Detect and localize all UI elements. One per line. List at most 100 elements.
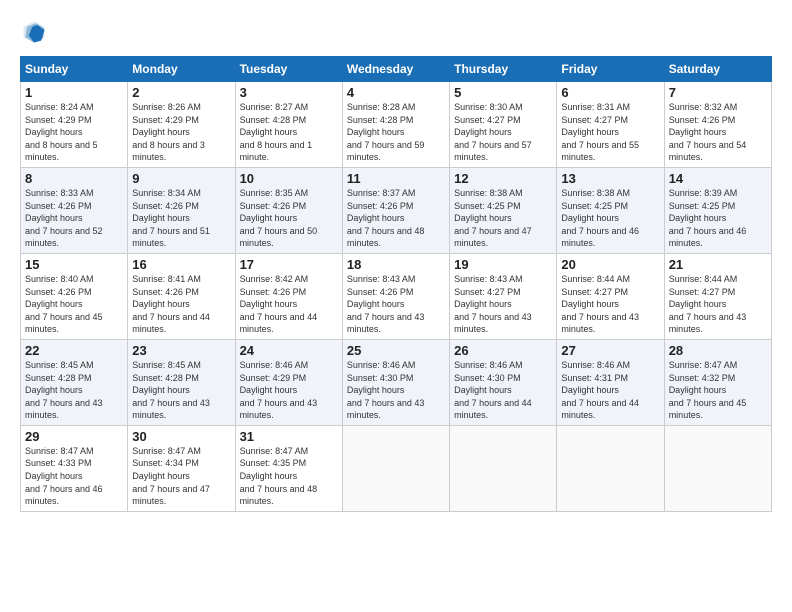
logo <box>20 18 52 46</box>
logo-icon <box>20 18 48 46</box>
day-number: 4 <box>347 85 445 100</box>
calendar-cell: 16 Sunrise: 8:41 AM Sunset: 4:26 PM Dayl… <box>128 253 235 339</box>
cell-content: Sunrise: 8:46 AM Sunset: 4:31 PM Dayligh… <box>561 359 659 422</box>
calendar-cell: 2 Sunrise: 8:26 AM Sunset: 4:29 PM Dayli… <box>128 82 235 168</box>
cell-content: Sunrise: 8:44 AM Sunset: 4:27 PM Dayligh… <box>561 273 659 336</box>
cell-content: Sunrise: 8:33 AM Sunset: 4:26 PM Dayligh… <box>25 187 123 250</box>
cell-content: Sunrise: 8:47 AM Sunset: 4:35 PM Dayligh… <box>240 445 338 508</box>
cell-content: Sunrise: 8:47 AM Sunset: 4:32 PM Dayligh… <box>669 359 767 422</box>
day-number: 6 <box>561 85 659 100</box>
calendar-cell: 25 Sunrise: 8:46 AM Sunset: 4:30 PM Dayl… <box>342 339 449 425</box>
calendar-week-row: 22 Sunrise: 8:45 AM Sunset: 4:28 PM Dayl… <box>21 339 772 425</box>
col-header-thursday: Thursday <box>450 57 557 82</box>
day-number: 10 <box>240 171 338 186</box>
col-header-friday: Friday <box>557 57 664 82</box>
calendar-cell: 30 Sunrise: 8:47 AM Sunset: 4:34 PM Dayl… <box>128 425 235 511</box>
cell-content: Sunrise: 8:27 AM Sunset: 4:28 PM Dayligh… <box>240 101 338 164</box>
calendar-cell: 3 Sunrise: 8:27 AM Sunset: 4:28 PM Dayli… <box>235 82 342 168</box>
cell-content: Sunrise: 8:43 AM Sunset: 4:26 PM Dayligh… <box>347 273 445 336</box>
cell-content: Sunrise: 8:37 AM Sunset: 4:26 PM Dayligh… <box>347 187 445 250</box>
calendar-cell: 31 Sunrise: 8:47 AM Sunset: 4:35 PM Dayl… <box>235 425 342 511</box>
calendar-cell: 13 Sunrise: 8:38 AM Sunset: 4:25 PM Dayl… <box>557 167 664 253</box>
calendar-cell: 19 Sunrise: 8:43 AM Sunset: 4:27 PM Dayl… <box>450 253 557 339</box>
calendar-cell: 4 Sunrise: 8:28 AM Sunset: 4:28 PM Dayli… <box>342 82 449 168</box>
cell-content: Sunrise: 8:41 AM Sunset: 4:26 PM Dayligh… <box>132 273 230 336</box>
day-number: 26 <box>454 343 552 358</box>
calendar-cell: 11 Sunrise: 8:37 AM Sunset: 4:26 PM Dayl… <box>342 167 449 253</box>
calendar-cell: 15 Sunrise: 8:40 AM Sunset: 4:26 PM Dayl… <box>21 253 128 339</box>
cell-content: Sunrise: 8:43 AM Sunset: 4:27 PM Dayligh… <box>454 273 552 336</box>
cell-content: Sunrise: 8:46 AM Sunset: 4:30 PM Dayligh… <box>347 359 445 422</box>
day-number: 11 <box>347 171 445 186</box>
calendar-cell: 17 Sunrise: 8:42 AM Sunset: 4:26 PM Dayl… <box>235 253 342 339</box>
header <box>20 18 772 46</box>
cell-content: Sunrise: 8:42 AM Sunset: 4:26 PM Dayligh… <box>240 273 338 336</box>
calendar-cell <box>450 425 557 511</box>
day-number: 15 <box>25 257 123 272</box>
calendar-cell: 8 Sunrise: 8:33 AM Sunset: 4:26 PM Dayli… <box>21 167 128 253</box>
cell-content: Sunrise: 8:30 AM Sunset: 4:27 PM Dayligh… <box>454 101 552 164</box>
day-number: 13 <box>561 171 659 186</box>
day-number: 5 <box>454 85 552 100</box>
day-number: 2 <box>132 85 230 100</box>
calendar-cell <box>664 425 771 511</box>
day-number: 16 <box>132 257 230 272</box>
calendar-cell: 7 Sunrise: 8:32 AM Sunset: 4:26 PM Dayli… <box>664 82 771 168</box>
calendar-cell: 28 Sunrise: 8:47 AM Sunset: 4:32 PM Dayl… <box>664 339 771 425</box>
col-header-monday: Monday <box>128 57 235 82</box>
cell-content: Sunrise: 8:47 AM Sunset: 4:34 PM Dayligh… <box>132 445 230 508</box>
calendar-cell: 10 Sunrise: 8:35 AM Sunset: 4:26 PM Dayl… <box>235 167 342 253</box>
cell-content: Sunrise: 8:28 AM Sunset: 4:28 PM Dayligh… <box>347 101 445 164</box>
cell-content: Sunrise: 8:35 AM Sunset: 4:26 PM Dayligh… <box>240 187 338 250</box>
calendar-cell: 20 Sunrise: 8:44 AM Sunset: 4:27 PM Dayl… <box>557 253 664 339</box>
calendar-cell <box>557 425 664 511</box>
col-header-tuesday: Tuesday <box>235 57 342 82</box>
cell-content: Sunrise: 8:26 AM Sunset: 4:29 PM Dayligh… <box>132 101 230 164</box>
day-number: 20 <box>561 257 659 272</box>
day-number: 30 <box>132 429 230 444</box>
calendar-week-row: 1 Sunrise: 8:24 AM Sunset: 4:29 PM Dayli… <box>21 82 772 168</box>
day-number: 19 <box>454 257 552 272</box>
day-number: 8 <box>25 171 123 186</box>
day-number: 21 <box>669 257 767 272</box>
day-number: 24 <box>240 343 338 358</box>
col-header-saturday: Saturday <box>664 57 771 82</box>
day-number: 1 <box>25 85 123 100</box>
day-number: 22 <box>25 343 123 358</box>
calendar-week-row: 15 Sunrise: 8:40 AM Sunset: 4:26 PM Dayl… <box>21 253 772 339</box>
calendar-cell: 22 Sunrise: 8:45 AM Sunset: 4:28 PM Dayl… <box>21 339 128 425</box>
day-number: 17 <box>240 257 338 272</box>
calendar-cell: 23 Sunrise: 8:45 AM Sunset: 4:28 PM Dayl… <box>128 339 235 425</box>
calendar-header-row: SundayMondayTuesdayWednesdayThursdayFrid… <box>21 57 772 82</box>
cell-content: Sunrise: 8:34 AM Sunset: 4:26 PM Dayligh… <box>132 187 230 250</box>
day-number: 9 <box>132 171 230 186</box>
day-number: 29 <box>25 429 123 444</box>
calendar-cell: 1 Sunrise: 8:24 AM Sunset: 4:29 PM Dayli… <box>21 82 128 168</box>
cell-content: Sunrise: 8:24 AM Sunset: 4:29 PM Dayligh… <box>25 101 123 164</box>
calendar-cell: 21 Sunrise: 8:44 AM Sunset: 4:27 PM Dayl… <box>664 253 771 339</box>
calendar-cell <box>342 425 449 511</box>
cell-content: Sunrise: 8:44 AM Sunset: 4:27 PM Dayligh… <box>669 273 767 336</box>
cell-content: Sunrise: 8:40 AM Sunset: 4:26 PM Dayligh… <box>25 273 123 336</box>
calendar-cell: 6 Sunrise: 8:31 AM Sunset: 4:27 PM Dayli… <box>557 82 664 168</box>
day-number: 7 <box>669 85 767 100</box>
calendar-cell: 26 Sunrise: 8:46 AM Sunset: 4:30 PM Dayl… <box>450 339 557 425</box>
cell-content: Sunrise: 8:46 AM Sunset: 4:30 PM Dayligh… <box>454 359 552 422</box>
cell-content: Sunrise: 8:45 AM Sunset: 4:28 PM Dayligh… <box>132 359 230 422</box>
cell-content: Sunrise: 8:39 AM Sunset: 4:25 PM Dayligh… <box>669 187 767 250</box>
cell-content: Sunrise: 8:46 AM Sunset: 4:29 PM Dayligh… <box>240 359 338 422</box>
calendar-cell: 24 Sunrise: 8:46 AM Sunset: 4:29 PM Dayl… <box>235 339 342 425</box>
day-number: 23 <box>132 343 230 358</box>
calendar-cell: 18 Sunrise: 8:43 AM Sunset: 4:26 PM Dayl… <box>342 253 449 339</box>
col-header-wednesday: Wednesday <box>342 57 449 82</box>
cell-content: Sunrise: 8:38 AM Sunset: 4:25 PM Dayligh… <box>454 187 552 250</box>
cell-content: Sunrise: 8:47 AM Sunset: 4:33 PM Dayligh… <box>25 445 123 508</box>
day-number: 12 <box>454 171 552 186</box>
calendar-week-row: 8 Sunrise: 8:33 AM Sunset: 4:26 PM Dayli… <box>21 167 772 253</box>
cell-content: Sunrise: 8:45 AM Sunset: 4:28 PM Dayligh… <box>25 359 123 422</box>
calendar-cell: 5 Sunrise: 8:30 AM Sunset: 4:27 PM Dayli… <box>450 82 557 168</box>
page: SundayMondayTuesdayWednesdayThursdayFrid… <box>0 0 792 612</box>
cell-content: Sunrise: 8:32 AM Sunset: 4:26 PM Dayligh… <box>669 101 767 164</box>
calendar-cell: 9 Sunrise: 8:34 AM Sunset: 4:26 PM Dayli… <box>128 167 235 253</box>
col-header-sunday: Sunday <box>21 57 128 82</box>
